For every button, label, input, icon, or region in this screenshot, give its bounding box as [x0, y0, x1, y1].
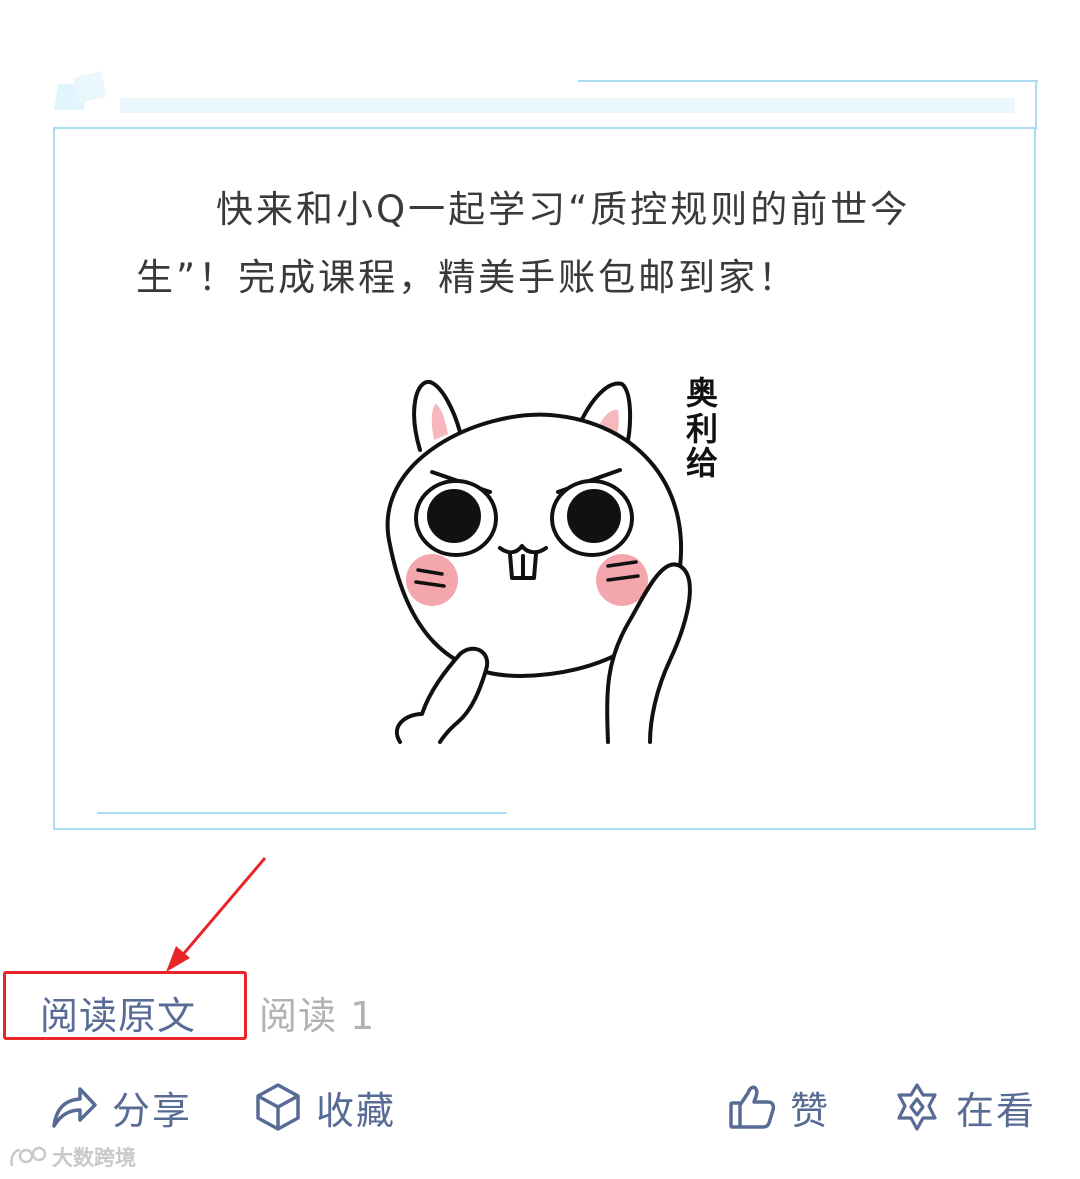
star-flower-icon	[897, 1083, 937, 1131]
frame-top-band	[120, 98, 1015, 113]
like-label: 赞	[790, 1088, 831, 1133]
watermark-text: 大数跨境	[52, 1146, 136, 1170]
read-original-link[interactable]: 阅读原文	[40, 985, 196, 1040]
action-bar: 分享 收藏 赞 在看	[0, 1072, 1080, 1142]
sticker-caption-char-3: 给	[686, 444, 718, 482]
read-count: 阅读 1	[259, 994, 376, 1038]
thumbs-up-icon	[729, 1085, 776, 1129]
like-button[interactable]: 赞	[728, 1072, 830, 1142]
wow-label: 在看	[956, 1088, 1037, 1133]
cat-sticker-image: 奥 利 给	[385, 374, 718, 744]
intro-paragraph: 快来和小Q一起学习“质控规则的前世今生”！完成课程，精美手账包邮到家！	[136, 188, 911, 299]
frame-corner-decoration	[73, 70, 107, 104]
watermark: 大数跨境	[8, 1142, 136, 1172]
share-icon	[52, 1087, 97, 1128]
sticker-caption-char-1: 奥	[686, 374, 718, 412]
frame-bottom-line	[97, 812, 507, 814]
share-button[interactable]: 分享	[50, 1072, 192, 1142]
favorite-label: 收藏	[316, 1088, 397, 1133]
favorite-button[interactable]: 收藏	[254, 1072, 396, 1142]
share-label: 分享	[112, 1088, 193, 1133]
watermark-logo-icon	[10, 1146, 47, 1167]
frame-top-line	[578, 80, 1038, 82]
wow-button[interactable]: 在看	[892, 1072, 1036, 1142]
frame-right-edge	[1035, 80, 1037, 130]
cube-icon	[256, 1083, 300, 1131]
sticker-caption-char-2: 利	[686, 410, 718, 448]
article-page: 快来和小Q一起学习“质控规则的前世今生”！完成课程，精美手账包邮到家！ 奥 利 …	[0, 0, 1080, 1179]
